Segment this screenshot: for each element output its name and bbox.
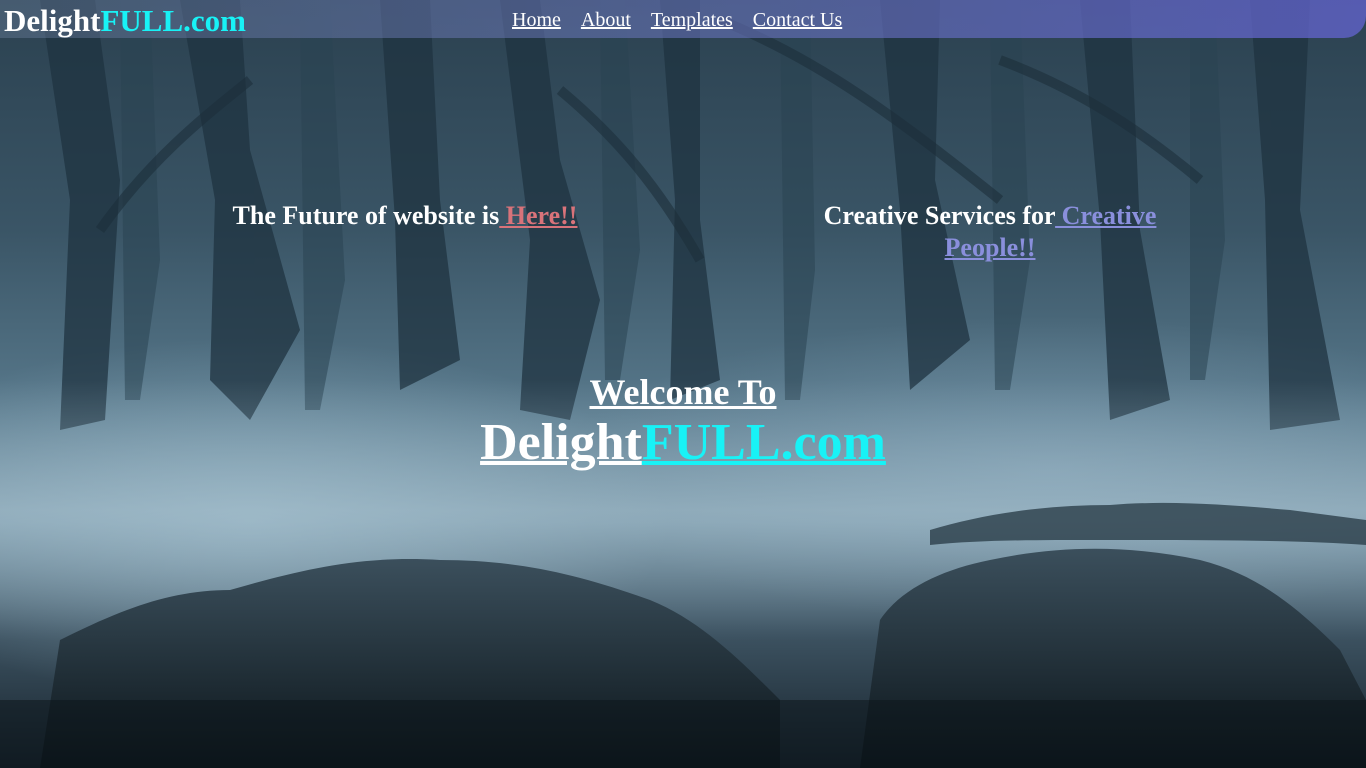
brand-logo-part1: Delight (4, 3, 101, 38)
hero-title[interactable]: DelightFULL.com (383, 414, 983, 472)
hero-welcome: Welcome To (589, 372, 777, 412)
navbar: DelightFULL.com Home About Templates Con… (0, 0, 1366, 38)
nav-link-home[interactable]: Home (512, 8, 561, 32)
tagline-future-text: The Future of website is (232, 201, 500, 230)
page: DelightFULL.com Home About Templates Con… (0, 0, 1366, 768)
brand-logo[interactable]: DelightFULL.com (4, 3, 246, 39)
nav-link-contact-us[interactable]: Contact Us (753, 8, 842, 32)
nav-link-about[interactable]: About (581, 8, 631, 32)
hero-title-part2: FULL.com (641, 414, 886, 471)
nav-links: Home About Templates Contact Us (512, 8, 842, 32)
tagline-creative-text: Creative Services for (823, 201, 1056, 230)
tagline-future: The Future of website is Here!! (200, 200, 610, 232)
brand-logo-part2: FULL.com (100, 3, 246, 38)
hero: Welcome To DelightFULL.com (383, 372, 983, 472)
tagline-creative: Creative Services for Creative People!! (790, 200, 1190, 264)
nav-link-templates[interactable]: Templates (651, 8, 733, 32)
tagline-future-link[interactable]: Here!! (499, 201, 578, 230)
hero-title-part1: Delight (480, 414, 642, 471)
